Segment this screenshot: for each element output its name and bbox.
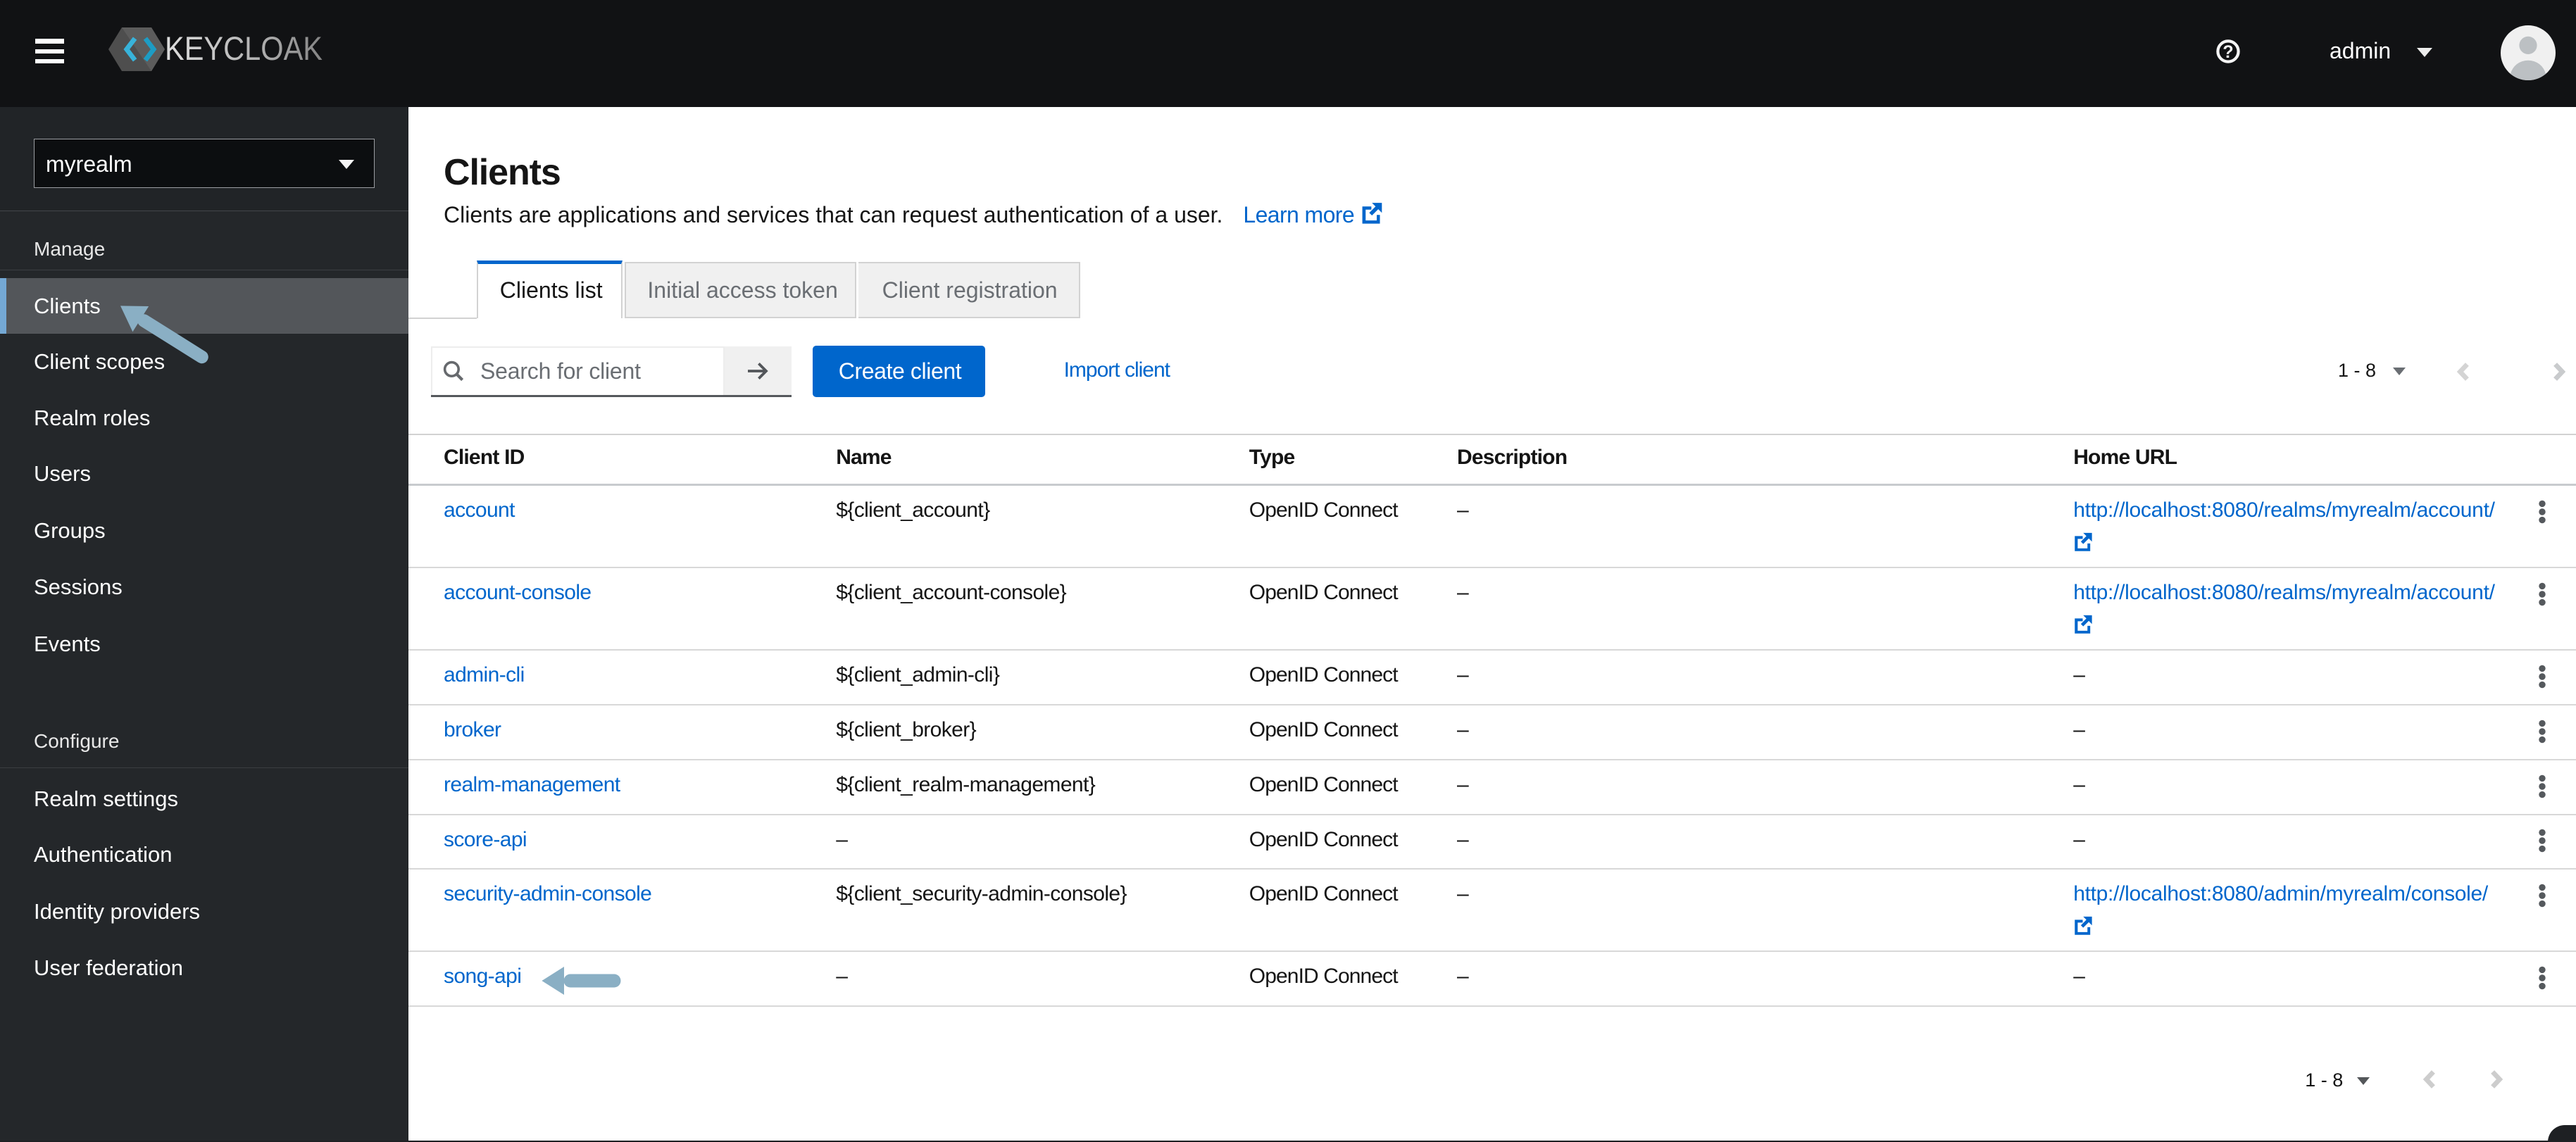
svg-text:KEYCLOAK: KEYCLOAK [165,30,323,67]
svg-text:?: ? [2222,42,2233,62]
